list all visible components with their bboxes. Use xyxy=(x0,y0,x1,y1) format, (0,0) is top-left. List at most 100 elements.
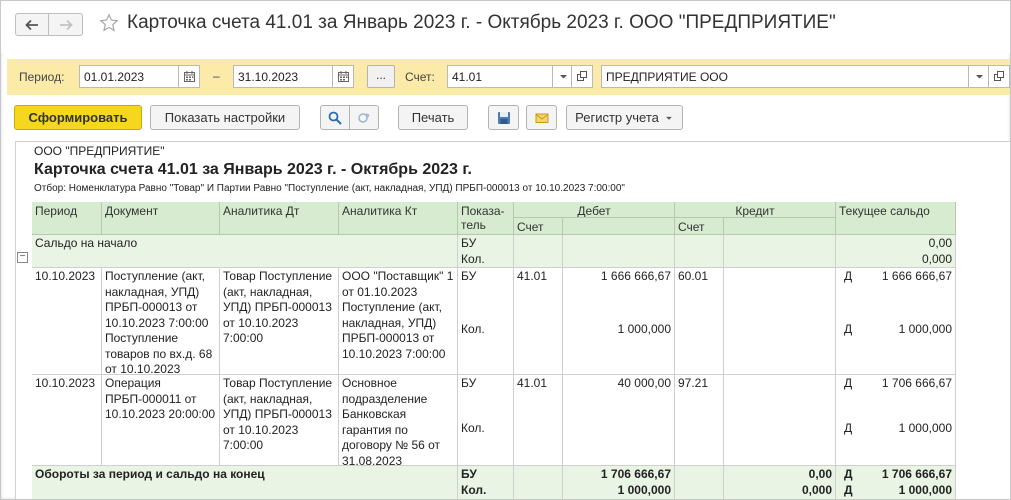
organization-open-button[interactable] xyxy=(988,65,1010,88)
totals-label: Обороты за период и сальдо на конец xyxy=(35,467,265,481)
table-row-2-balance[interactable]: Д 1 706 666,67 Д 1 000,000 xyxy=(836,375,956,466)
opening-balance-kol: 0,000 xyxy=(921,251,952,266)
row-1-balance-dir-bu: Д xyxy=(844,269,853,283)
save-icon xyxy=(497,111,510,124)
totals-balance-kol-value: 1 000,000 xyxy=(898,482,952,497)
table-row-1-document[interactable]: Поступление (акт, накладная, УПД) ПРБП-0… xyxy=(102,268,220,375)
table-row-1-analytics-kt[interactable]: ООО "Поставщик" 1 от 01.10.2023 Поступле… xyxy=(339,268,458,375)
row-1-debit-kol: 1 000,000 xyxy=(617,321,671,336)
row-2-balance-kol-value: 1 000,000 xyxy=(898,420,952,435)
totals-balance-bu-value: 1 706 666,67 xyxy=(881,467,952,481)
header-debit-amount xyxy=(563,218,675,235)
totals-credit-cell: 0,00 0,000 xyxy=(724,466,836,499)
table-row-1-debit-account[interactable]: 41.01 xyxy=(514,268,563,375)
collapse-icon[interactable]: − xyxy=(17,252,28,263)
totals-balance-dir-bu: Д xyxy=(844,467,853,481)
opening-credit-cell xyxy=(724,235,836,268)
table-row-1-analytics-dt[interactable]: Товар Поступление (акт, накладная, УПД) … xyxy=(220,268,339,375)
row-1-balance-kol-value: 1 000,000 xyxy=(898,321,952,336)
totals-balance-cell: Д 1 706 666,67 Д 1 000,000 xyxy=(836,466,956,499)
send-email-button[interactable] xyxy=(526,105,557,130)
header-document: Документ xyxy=(102,202,220,235)
accounting-register-button[interactable]: Регистр учета xyxy=(566,105,683,130)
row-2-balance-bu-value: 1 706 666,67 xyxy=(881,376,952,390)
arrow-right-icon xyxy=(59,19,73,30)
dropdown-arrow-icon xyxy=(666,116,672,120)
search-next-button[interactable] xyxy=(349,105,379,130)
calendar-icon xyxy=(183,71,195,82)
period-select-button[interactable]: ... xyxy=(367,65,395,88)
row-2-balance-kol: Д 1 000,000 xyxy=(839,421,952,437)
period-label: Период: xyxy=(19,70,65,84)
header-period: Период xyxy=(32,202,102,235)
totals-credit-bu: 0,00 xyxy=(808,467,832,481)
header-indicator: Показа- тель xyxy=(458,202,514,235)
opening-label-cell: Сальдо на начало xyxy=(32,235,458,268)
search-icon xyxy=(328,111,342,125)
forward-button[interactable] xyxy=(49,13,83,36)
organization-dropdown-button[interactable] xyxy=(968,65,990,88)
table-row-2-debit[interactable]: 40 000,00 xyxy=(563,375,675,466)
account-open-button[interactable] xyxy=(571,65,593,88)
table-row-1-balance[interactable]: Д 1 666 666,67 Д 1 000,000 xyxy=(836,268,956,375)
date-to-calendar-button[interactable] xyxy=(332,65,354,88)
table-row-2-analytics-dt[interactable]: Товар Поступление (акт, накладная, УПД) … xyxy=(220,375,339,466)
open-link-icon xyxy=(993,71,1004,81)
account-field[interactable]: 41.01 xyxy=(447,65,553,88)
row-1-debit-bu: 1 666 666,67 xyxy=(600,269,671,283)
opening-balance-bu: 0,00 xyxy=(928,236,952,250)
table-row-1-period[interactable]: 10.10.2023 xyxy=(32,268,102,375)
header-analytics-dt: Аналитика Дт xyxy=(220,202,339,235)
table-row-2-period[interactable]: 10.10.2023 xyxy=(32,375,102,466)
row-2-ind-kol: Кол. xyxy=(461,420,485,435)
date-from-calendar-button[interactable] xyxy=(178,65,200,88)
star-icon[interactable] xyxy=(99,12,119,34)
refresh-icon xyxy=(358,112,370,123)
row-1-ind-bu: БУ xyxy=(461,269,477,283)
table-row-1-debit[interactable]: 1 666 666,67 1 000,000 xyxy=(563,268,675,375)
totals-ind-bu: БУ xyxy=(461,467,477,481)
generate-button[interactable]: Сформировать xyxy=(14,105,142,130)
table-row-2-indicator: БУ Кол. xyxy=(458,375,514,466)
table-row-1-credit-account[interactable]: 60.01 xyxy=(675,268,724,375)
show-settings-button[interactable]: Показать настройки xyxy=(150,105,300,130)
back-button[interactable] xyxy=(15,13,49,36)
title-bar: Карточка счета 41.01 за Январь 2023 г. -… xyxy=(1,1,1010,53)
totals-balance-dir-kol: Д xyxy=(844,482,853,497)
table-row-2-credit[interactable] xyxy=(724,375,836,466)
totals-indicator-cell: БУ Кол. xyxy=(458,466,514,499)
table-row-1-indicator: БУ Кол. xyxy=(458,268,514,375)
header-debit: Дебет xyxy=(514,202,675,218)
account-label: Счет: xyxy=(405,70,435,84)
table-row-2-analytics-kt[interactable]: Основное подразделение Банковская гарант… xyxy=(339,375,458,466)
report-spreadsheet[interactable]: ООО "ПРЕДПРИЯТИЕ" Карточка счета 41.01 з… xyxy=(15,141,1010,499)
row-2-debit-bu: 40 000,00 xyxy=(617,376,671,390)
header-indicator-line2: тель xyxy=(461,218,486,232)
table-row-2-debit-account[interactable]: 41.01 xyxy=(514,375,563,466)
header-indicator-line1: Показа- xyxy=(461,204,505,218)
totals-balance-bu: Д 1 706 666,67 xyxy=(839,467,952,483)
totals-credit-account-cell xyxy=(675,466,724,499)
save-button[interactable] xyxy=(488,105,519,130)
totals-debit-bu: 1 706 666,67 xyxy=(600,467,671,481)
opening-credit-account-cell xyxy=(675,235,724,268)
totals-debit-account-cell xyxy=(514,466,563,499)
date-from-field[interactable]: 01.01.2023 xyxy=(79,65,179,88)
organization-field[interactable]: ПРЕДПРИЯТИЕ ООО xyxy=(601,65,969,88)
print-button[interactable]: Печать xyxy=(398,105,468,130)
date-to-field[interactable]: 31.10.2023 xyxy=(233,65,333,88)
report-window: Карточка счета 41.01 за Январь 2023 г. -… xyxy=(0,0,1011,500)
header-credit-account: Счет xyxy=(675,218,724,235)
table-row-2-document[interactable]: Операция ПРБП-000011 от 10.10.2023 20:00… xyxy=(102,375,220,466)
row-2-balance-dir-bu: Д xyxy=(844,376,853,390)
accounting-register-label: Регистр учета xyxy=(575,110,659,125)
row-1-balance-bu: Д 1 666 666,67 xyxy=(839,269,952,285)
table-row-1-credit[interactable] xyxy=(724,268,836,375)
opening-ind-bu: БУ xyxy=(461,236,477,250)
header-debit-account: Счет xyxy=(514,218,563,235)
search-button[interactable] xyxy=(320,105,350,130)
totals-debit-kol: 1 000,000 xyxy=(617,482,671,497)
open-link-icon xyxy=(576,71,587,81)
opening-indicator-cell: БУ Кол. xyxy=(458,235,514,268)
table-row-2-credit-account[interactable]: 97.21 xyxy=(675,375,724,466)
